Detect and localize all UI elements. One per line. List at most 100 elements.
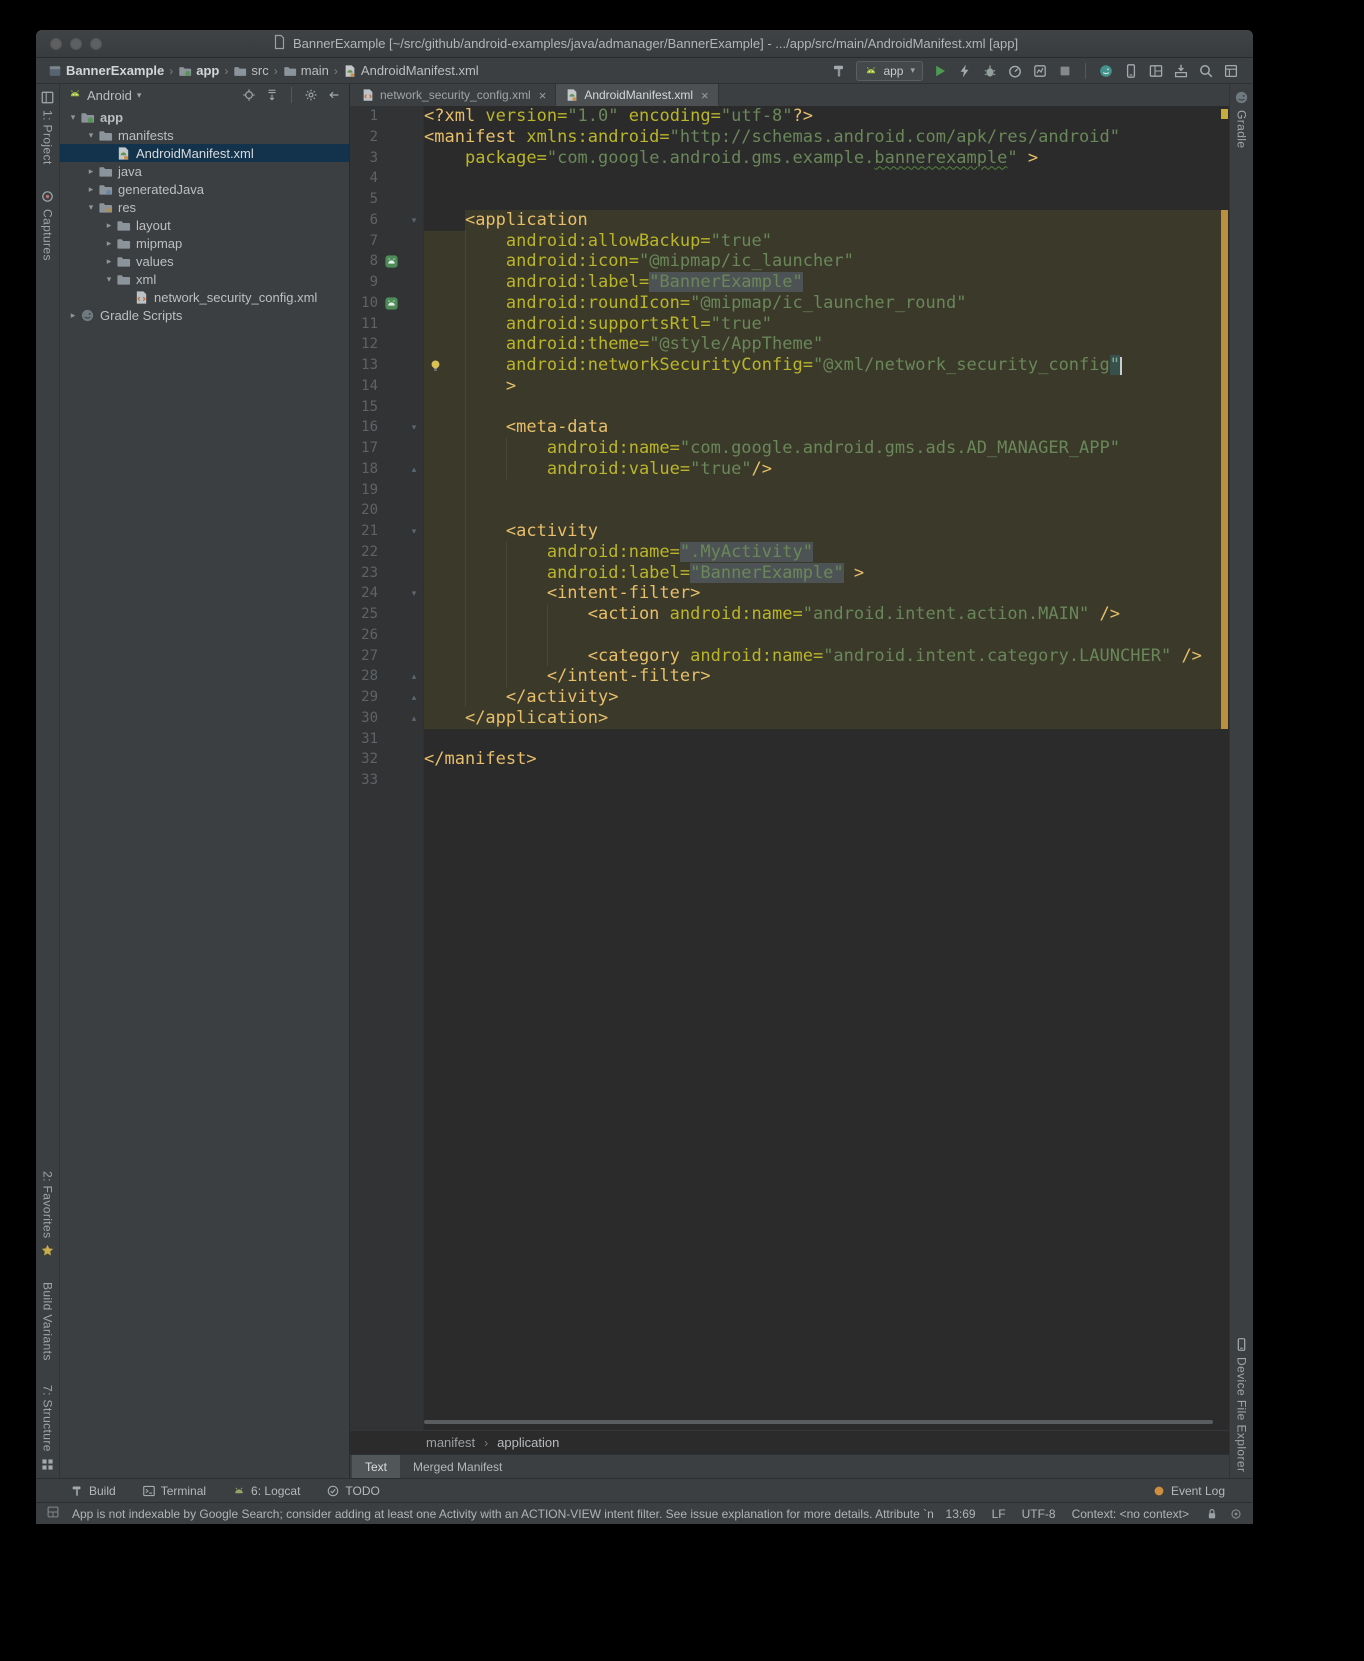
toolwindow-button-build[interactable]: Build [70, 1484, 116, 1498]
run-configuration-selector[interactable]: app▾ [856, 61, 923, 81]
breadcrumb-item-main[interactable]: main [283, 63, 329, 78]
xml-breadcrumb-application[interactable]: application [497, 1435, 559, 1450]
fullscreen-window-button[interactable] [90, 38, 102, 50]
toolwindow-button-captures[interactable]: Captures [40, 189, 55, 261]
toolwindow-button-7-structure[interactable]: 7: Structure [40, 1385, 55, 1472]
stop-icon[interactable] [1057, 63, 1073, 79]
settings-gear-icon[interactable] [304, 88, 318, 102]
chevron-down-icon[interactable]: ▾ [84, 202, 98, 213]
code-text[interactable] [424, 770, 1221, 791]
breadcrumb-item-app[interactable]: app [178, 63, 219, 78]
code-text[interactable]: android:roundIcon="@mipmap/ic_launcher_r… [424, 293, 1221, 314]
code-text[interactable]: android:label="BannerExample" [424, 272, 1221, 293]
fold-end-icon[interactable]: ▴ [404, 666, 424, 687]
editor-tab-androidmanifest-xml[interactable]: AndroidManifest.xml× [556, 84, 718, 106]
debug-icon[interactable] [982, 63, 998, 79]
sdk-manager-icon[interactable] [1173, 63, 1189, 79]
code-text[interactable] [424, 168, 1221, 189]
toolwindow-grid-icon[interactable] [46, 1505, 60, 1519]
fold-end-icon[interactable]: ▴ [404, 459, 424, 480]
code-text[interactable]: android:name="com.google.android.gms.ads… [424, 438, 1221, 459]
chevron-down-icon[interactable]: ▾ [66, 112, 80, 123]
code-text[interactable]: android:label="BannerExample" > [424, 563, 1221, 584]
chevron-down-icon[interactable]: ▾ [84, 130, 98, 141]
code-text[interactable]: <application [424, 210, 1221, 231]
fold-end-icon[interactable]: ▴ [404, 708, 424, 729]
bulb-icon[interactable] [428, 358, 443, 373]
layout-inspector-icon[interactable] [1148, 63, 1164, 79]
toolwindow-button-build-variants[interactable]: Build Variants [41, 1282, 55, 1361]
code-editor[interactable]: 1<?xml version="1.0" encoding="utf-8"?>2… [350, 106, 1229, 1430]
gradle-sync-icon[interactable] [1098, 63, 1114, 79]
locate-icon[interactable] [242, 88, 256, 102]
breadcrumb-item-src[interactable]: src [233, 63, 268, 78]
code-text[interactable]: </manifest> [424, 749, 1221, 770]
run-icon[interactable] [932, 63, 948, 79]
code-text[interactable] [424, 480, 1221, 501]
code-text[interactable]: package="com.google.android.gms.example.… [424, 148, 1221, 169]
project-view-selector[interactable]: Android ▾ [87, 88, 141, 103]
profile-icon[interactable] [1007, 63, 1023, 79]
code-text[interactable]: <category android:name="android.intent.c… [424, 646, 1221, 667]
xml-breadcrumb-manifest[interactable]: manifest [426, 1435, 475, 1450]
lock-icon[interactable] [1205, 1507, 1219, 1521]
hide-panel-icon[interactable] [327, 88, 341, 102]
tree-item-generatedjava[interactable]: ▸generatedJava [60, 180, 349, 198]
chevron-right-icon[interactable]: ▸ [102, 238, 116, 249]
code-text[interactable]: android:allowBackup="true" [424, 231, 1221, 252]
chevron-right-icon[interactable]: ▸ [84, 166, 98, 177]
code-text[interactable]: </application> [424, 708, 1221, 729]
avd-manager-icon[interactable] [1123, 63, 1139, 79]
tree-item-app[interactable]: ▾app [60, 108, 349, 126]
scrollbar-thumb[interactable] [424, 1420, 1213, 1424]
editor-tab-network-security-config-xml[interactable]: network_security_config.xml× [352, 84, 556, 106]
tree-item-androidmanifest-xml[interactable]: AndroidManifest.xml [60, 144, 349, 162]
close-tab-icon[interactable]: × [539, 88, 547, 103]
code-text[interactable]: android:name=".MyActivity" [424, 542, 1221, 563]
highlighted-region-marker[interactable] [1221, 210, 1228, 729]
search-icon[interactable] [1198, 63, 1214, 79]
launcher-icon[interactable] [384, 254, 399, 269]
chevron-down-icon[interactable]: ▾ [102, 274, 116, 285]
toolwindow-button-device-file-explorer[interactable]: Device File Explorer [1234, 1337, 1249, 1472]
apply-changes-icon[interactable] [957, 63, 973, 79]
code-text[interactable] [424, 189, 1221, 210]
project-structure-icon[interactable] [1223, 63, 1239, 79]
launcher-icon[interactable] [378, 293, 404, 314]
code-text[interactable] [424, 625, 1221, 646]
launcher-icon[interactable] [378, 251, 404, 272]
toolwindow-button-2-favorites[interactable]: 2: Favorites [40, 1171, 55, 1259]
breadcrumb-item-androidmanifest-xml[interactable]: AndroidManifest.xml [343, 63, 479, 78]
toolwindow-button-event-log[interactable]: Event Log [1152, 1484, 1225, 1498]
tree-item-gradle-scripts[interactable]: ▸Gradle Scripts [60, 306, 349, 324]
code-text[interactable]: </activity> [424, 687, 1221, 708]
code-text[interactable]: <manifest xmlns:android="http://schemas.… [424, 127, 1221, 148]
attach-profiler-icon[interactable] [1032, 63, 1048, 79]
fold-open-icon[interactable]: ▾ [404, 210, 424, 231]
code-text[interactable] [424, 397, 1221, 418]
tree-item-layout[interactable]: ▸layout [60, 216, 349, 234]
code-text[interactable]: <?xml version="1.0" encoding="utf-8"?> [424, 106, 1221, 127]
code-text[interactable]: android:supportsRtl="true" [424, 314, 1221, 335]
collapse-all-icon[interactable] [265, 88, 279, 102]
toolwindow-button-gradle[interactable]: Gradle [1234, 90, 1249, 148]
fold-open-icon[interactable]: ▾ [404, 521, 424, 542]
inspection-status-marker[interactable] [1221, 109, 1228, 119]
caret-position[interactable]: 13:69 [946, 1507, 976, 1521]
view-tab-text[interactable]: Text [352, 1455, 400, 1479]
breadcrumb-item-bannerexample[interactable]: BannerExample [48, 63, 164, 78]
code-text[interactable]: android:theme="@style/AppTheme" [424, 334, 1221, 355]
fold-open-icon[interactable]: ▾ [404, 583, 424, 604]
file-encoding[interactable]: UTF-8 [1022, 1507, 1056, 1521]
close-tab-icon[interactable]: × [701, 88, 709, 103]
title-bar[interactable]: BannerExample [~/src/github/android-exam… [36, 30, 1253, 58]
launcher-icon[interactable] [384, 296, 399, 311]
toolwindow-button-todo[interactable]: TODO [326, 1484, 379, 1498]
horizontal-scrollbar[interactable] [424, 1418, 1221, 1426]
code-text[interactable]: <action android:name="android.intent.act… [424, 604, 1221, 625]
error-stripe[interactable] [1221, 106, 1229, 1430]
code-text[interactable]: </intent-filter> [424, 666, 1221, 687]
code-text[interactable]: <meta-data [424, 417, 1221, 438]
chevron-right-icon[interactable]: ▸ [84, 184, 98, 195]
code-text[interactable]: <activity [424, 521, 1221, 542]
